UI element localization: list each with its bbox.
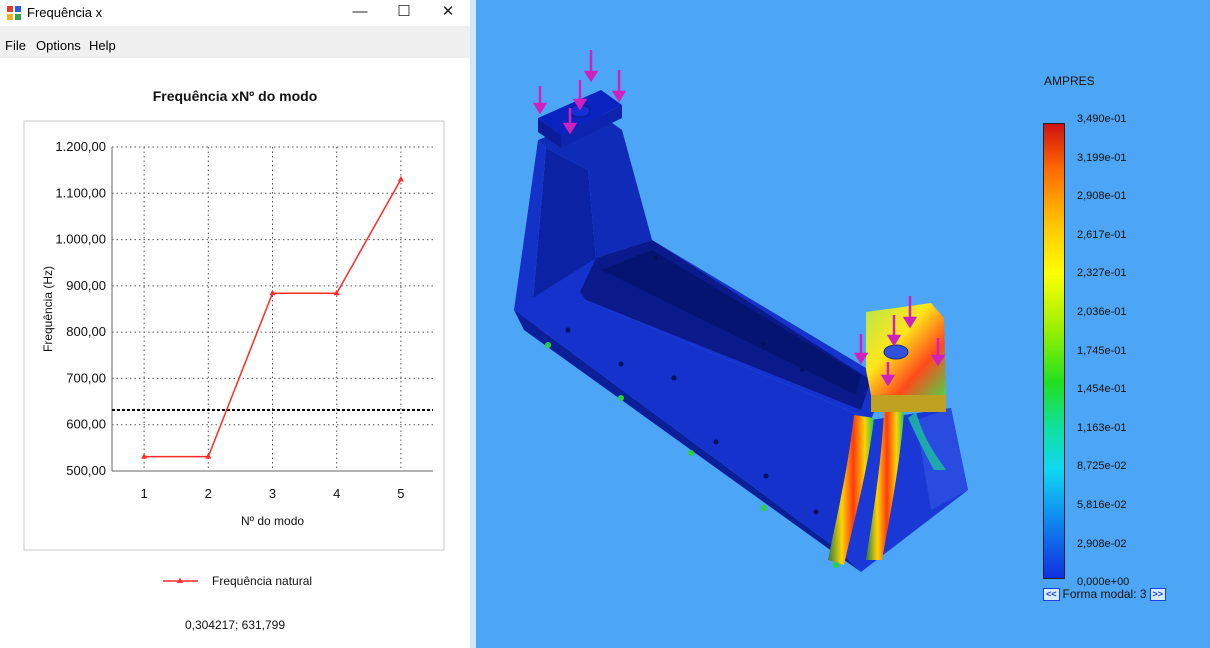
legend-title: AMPRES [1044, 74, 1095, 88]
menu-bar: File Options Help [0, 32, 470, 58]
previous-mode-button[interactable]: << [1043, 587, 1060, 601]
frequency-chart[interactable]: Frequência xNº do modo 500,00 600,00 700,00… [0, 58, 470, 648]
y-tick-label: 800,00 [66, 324, 106, 339]
y-tick-label: 700,00 [66, 370, 106, 385]
color-scale-tick: 8,725e-02 [1077, 460, 1127, 473]
color-scale-tick: 1,454e-01 [1077, 383, 1127, 396]
minimize-button[interactable]: — [338, 0, 382, 26]
x-tick-label: 4 [333, 486, 340, 501]
y-tick-label: 900,00 [66, 278, 106, 293]
color-scale-bar [1043, 123, 1065, 579]
maximize-button[interactable]: ☐ [382, 0, 426, 26]
x-tick-label: 2 [205, 486, 212, 501]
frequency-window: Frequência x — ☐ ✕ File Options Help Fre… [0, 0, 470, 648]
color-scale-tick: 1,745e-01 [1077, 344, 1127, 357]
color-scale-tick: 2,036e-01 [1077, 306, 1127, 318]
color-scale-tick: 3,490e-01 [1077, 113, 1127, 125]
menu-options[interactable]: Options [36, 38, 81, 53]
x-axis-label: Nº do modo [241, 514, 304, 528]
color-scale-tick: 2,908e-02 [1077, 537, 1127, 550]
y-tick-label: 1.100,00 [55, 185, 106, 200]
modal-shape-label: Forma modal: 3 [1062, 587, 1147, 601]
simulation-viewport[interactable] [476, 0, 1210, 648]
menu-help[interactable]: Help [89, 38, 116, 53]
modal-navigation: << Forma modal: 3 >> [1043, 587, 1167, 601]
app-icon [7, 6, 21, 20]
color-scale-tick: 2,908e-01 [1077, 190, 1127, 203]
cursor-readout: 0,304217; 631,799 [185, 618, 285, 632]
close-button[interactable]: ✕ [426, 0, 470, 26]
window-title: Frequência x [27, 5, 103, 20]
color-scale-tick: 2,327e-01 [1077, 267, 1127, 280]
x-tick-label: 5 [397, 486, 404, 501]
y-tick-label: 1.200,00 [55, 139, 106, 154]
next-mode-button[interactable]: >> [1149, 587, 1167, 601]
color-scale-tick: 2,617e-01 [1077, 228, 1127, 241]
legend-label: Frequência natural [212, 574, 312, 588]
color-scale-tick: 5,816e-02 [1077, 499, 1127, 511]
y-tick-label: 600,00 [66, 417, 106, 432]
color-scale-tick: 3,199e-01 [1077, 151, 1127, 164]
color-scale-tick: 1,163e-01 [1077, 421, 1127, 434]
x-tick-label: 1 [140, 486, 147, 501]
chart-title: Frequência xNº do modo [153, 88, 318, 104]
y-tick-label: 1.000,00 [55, 232, 106, 247]
y-tick-label: 500,00 [66, 463, 106, 478]
y-axis-label: Frequência (Hz) [41, 266, 55, 352]
x-tick-label: 3 [269, 486, 276, 501]
menu-file[interactable]: File [5, 38, 26, 53]
bracket-model [514, 90, 968, 572]
title-bar: Frequência x — ☐ ✕ [0, 0, 470, 26]
